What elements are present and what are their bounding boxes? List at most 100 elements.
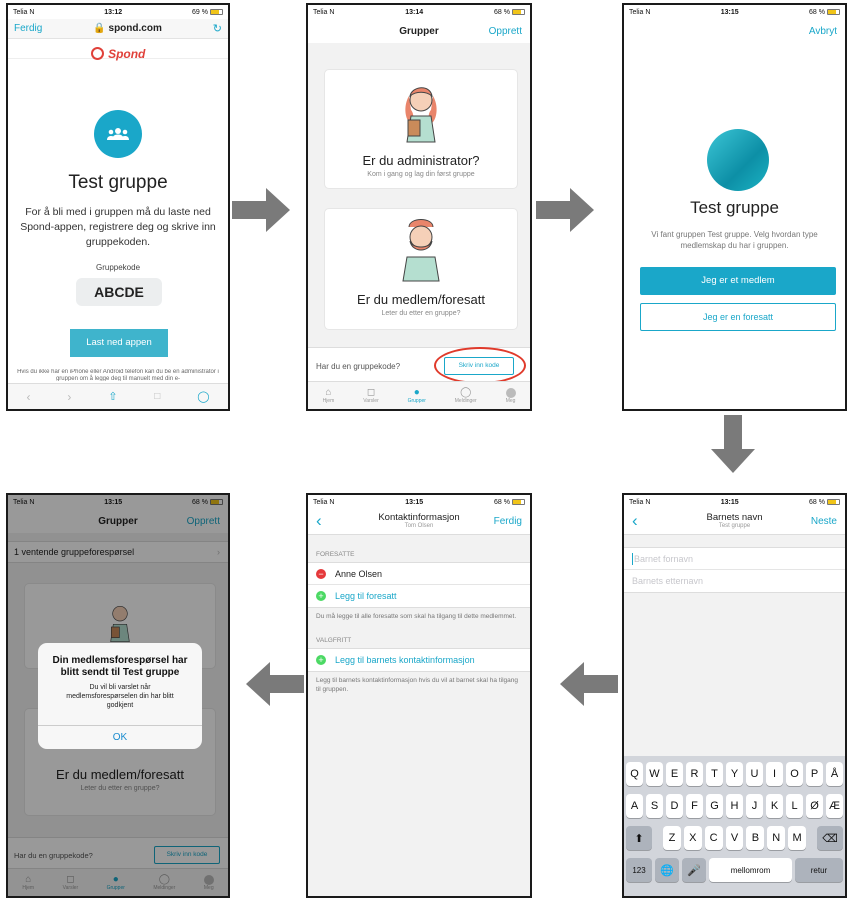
add-icon: + bbox=[316, 655, 326, 665]
key-c[interactable]: C bbox=[704, 826, 723, 850]
key-f[interactable]: F bbox=[686, 794, 703, 818]
key-p[interactable]: P bbox=[806, 762, 823, 786]
key-o[interactable]: O bbox=[786, 762, 803, 786]
battery-percent: 68 % bbox=[494, 8, 510, 16]
guardian-button[interactable]: Jeg er en foresatt bbox=[640, 303, 836, 331]
remove-icon[interactable]: − bbox=[316, 568, 326, 579]
nav-bar: Grupper Opprett bbox=[308, 19, 530, 43]
member-card[interactable]: Er du medlem/foresatt Leter du etter en … bbox=[324, 208, 518, 330]
delete-key[interactable]: ⌫ bbox=[817, 826, 843, 850]
key-t[interactable]: T bbox=[706, 762, 723, 786]
arrow-down bbox=[711, 415, 755, 473]
download-app-button[interactable]: Last ned appen bbox=[70, 329, 168, 357]
admin-illustration-icon bbox=[405, 87, 437, 143]
text-cursor bbox=[632, 552, 633, 565]
key-e[interactable]: E bbox=[666, 762, 683, 786]
carrier: Telia N bbox=[313, 8, 335, 16]
add-icon: + bbox=[316, 591, 326, 601]
arrow-left-2 bbox=[246, 662, 304, 706]
key-r[interactable]: R bbox=[686, 762, 703, 786]
key-b[interactable]: B bbox=[746, 826, 765, 850]
key-v[interactable]: V bbox=[725, 826, 744, 850]
key-l[interactable]: L bbox=[786, 794, 803, 818]
return-key[interactable]: retur bbox=[795, 858, 843, 882]
create-button[interactable]: Opprett bbox=[482, 26, 522, 37]
clock: 13:15 bbox=[405, 498, 424, 506]
dialog-title: Din medlemsforespørsel har blitt sendt t… bbox=[52, 655, 188, 678]
arrow-right-2 bbox=[536, 188, 594, 232]
keyboard-row-2: ASDFGHJKLØÆ bbox=[626, 794, 843, 818]
section-header-guardians: FORESATTE bbox=[316, 551, 355, 558]
done-button[interactable]: Ferdig bbox=[14, 23, 42, 34]
key-i[interactable]: I bbox=[766, 762, 783, 786]
key-n[interactable]: N bbox=[767, 826, 786, 850]
key-h[interactable]: H bbox=[726, 794, 743, 818]
key-d[interactable]: D bbox=[666, 794, 683, 818]
key-g[interactable]: G bbox=[706, 794, 723, 818]
key-w[interactable]: W bbox=[646, 762, 663, 786]
numbers-key[interactable]: 123 bbox=[626, 858, 652, 882]
done-button[interactable]: Ferdig bbox=[494, 516, 522, 527]
join-description: For å bli med i gruppen må du laste ned … bbox=[20, 206, 216, 248]
compass-icon[interactable]: ◯ bbox=[197, 390, 209, 403]
key-å[interactable]: Å bbox=[826, 762, 843, 786]
bell-icon: ◻ bbox=[366, 386, 376, 398]
nav-bar: Avbryt bbox=[624, 19, 845, 43]
first-name-input[interactable]: Barnet fornavn bbox=[624, 548, 845, 570]
spond-logo: Spond bbox=[8, 39, 228, 61]
key-æ[interactable]: Æ bbox=[826, 794, 843, 818]
admin-card[interactable]: Er du administrator? Kom i gang og lag d… bbox=[324, 69, 518, 189]
status-bar: Telia N 13:15 68 % bbox=[308, 495, 530, 509]
groups-icon: ● bbox=[413, 386, 420, 398]
shift-key[interactable]: ⬆ bbox=[626, 826, 652, 850]
add-guardian-row[interactable]: + Legg til foresatt bbox=[308, 585, 530, 607]
bookmarks-icon[interactable]: □ bbox=[154, 391, 160, 402]
group-image bbox=[707, 129, 769, 191]
microphone-icon[interactable]: 🎤 bbox=[682, 858, 706, 882]
space-key[interactable]: mellomrom bbox=[709, 858, 792, 882]
group-title: Test gruppe bbox=[690, 198, 779, 217]
key-s[interactable]: S bbox=[646, 794, 663, 818]
key-k[interactable]: K bbox=[766, 794, 783, 818]
guardians-list: − Anne Olsen + Legg til foresatt bbox=[308, 562, 530, 608]
admin-title: Er du administrator? bbox=[362, 153, 480, 168]
confirmation-dialog: Din medlemsforespørsel har blitt sendt t… bbox=[38, 643, 202, 749]
highlight-circle bbox=[434, 347, 526, 384]
key-z[interactable]: Z bbox=[663, 826, 681, 850]
key-a[interactable]: A bbox=[626, 794, 643, 818]
guardian-row[interactable]: − Anne Olsen bbox=[308, 563, 530, 585]
next-button[interactable]: Neste bbox=[811, 516, 837, 527]
member-button[interactable]: Jeg er et medlem bbox=[640, 267, 836, 295]
key-j[interactable]: J bbox=[746, 794, 763, 818]
clock: 13:15 bbox=[720, 498, 739, 506]
cancel-button[interactable]: Avbryt bbox=[809, 26, 837, 37]
tab-notifications[interactable]: ◻ Varsler bbox=[363, 387, 378, 404]
key-q[interactable]: Q bbox=[626, 762, 643, 786]
key-y[interactable]: Y bbox=[726, 762, 743, 786]
forward-icon[interactable]: › bbox=[67, 390, 71, 404]
key-ø[interactable]: Ø bbox=[806, 794, 823, 818]
key-u[interactable]: U bbox=[746, 762, 763, 786]
clock: 13:14 bbox=[405, 8, 424, 16]
key-x[interactable]: X bbox=[683, 826, 702, 850]
arrow-left-1 bbox=[560, 662, 618, 706]
add-contact-row[interactable]: + Legg til barnets kontaktinformasjon bbox=[308, 648, 530, 672]
ok-button[interactable]: OK bbox=[38, 725, 202, 749]
reload-icon[interactable]: ↻ bbox=[213, 22, 222, 35]
group-avatar bbox=[94, 110, 142, 158]
key-m[interactable]: M bbox=[788, 826, 807, 850]
tab-profile[interactable]: Meg bbox=[505, 387, 516, 404]
nav-bar: ‹ Barnets navn Test gruppe Neste bbox=[624, 509, 845, 535]
tab-home[interactable]: ⌂ Hjem bbox=[322, 387, 335, 404]
tab-messages[interactable]: ◯ Meldinger bbox=[455, 387, 477, 404]
battery-icon bbox=[827, 9, 840, 15]
keyboard-row-1: QWERTYUIOPÅ bbox=[626, 762, 843, 786]
back-icon[interactable]: ‹ bbox=[26, 390, 30, 404]
url-field[interactable]: 🔒 spond.com bbox=[93, 23, 162, 34]
arrow-right-1 bbox=[232, 188, 290, 232]
globe-icon[interactable]: 🌐 bbox=[655, 858, 679, 882]
last-name-input[interactable]: Barnets etternavn bbox=[624, 570, 845, 592]
share-icon[interactable]: ⇧ bbox=[108, 390, 117, 403]
tab-bar: ⌂ Hjem ◻ Varsler ● Grupper ◯ Meldinger Meg bbox=[308, 381, 530, 409]
tab-groups[interactable]: ● Grupper bbox=[408, 387, 426, 404]
